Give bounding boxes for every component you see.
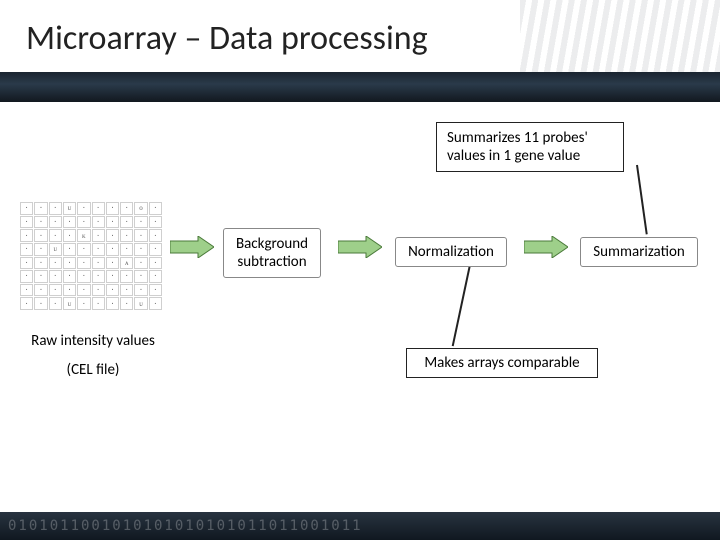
cel-file-label: (CEL file) [28, 361, 158, 380]
microarray-cell: · [34, 257, 47, 270]
microarray-cell: · [120, 284, 133, 297]
microarray-cell: · [149, 270, 162, 283]
step-background-subtraction: Background subtraction [223, 228, 321, 278]
microarray-cell: · [34, 229, 47, 242]
microarray-cell: · [92, 284, 105, 297]
microarray-cell: · [20, 243, 33, 256]
microarray-cell: · [34, 202, 47, 215]
microarray-cell: · [49, 284, 62, 297]
microarray-cell: · [49, 229, 62, 242]
arrow-icon [338, 236, 382, 258]
microarray-cell: · [120, 297, 133, 310]
microarray-cell: · [49, 216, 62, 229]
microarray-cell: · [20, 202, 33, 215]
microarray-cell: · [106, 229, 119, 242]
microarray-cell: · [34, 270, 47, 283]
microarray-cell: · [77, 297, 90, 310]
microarray-cell: · [120, 216, 133, 229]
microarray-cell: · [106, 297, 119, 310]
microarray-cell: ᴏ [134, 202, 147, 215]
connector-summarize-to-summarization [636, 165, 648, 235]
callout-summarize: Summarizes 11 probes' values in 1 gene v… [436, 122, 624, 172]
microarray-cell: · [92, 257, 105, 270]
microarray-cell: · [34, 243, 47, 256]
microarray-cell: · [20, 229, 33, 242]
microarray-cell: · [149, 243, 162, 256]
microarray-cell: · [63, 270, 76, 283]
microarray-cell: · [63, 216, 76, 229]
microarray-cell: · [134, 243, 147, 256]
microarray-cell: · [63, 243, 76, 256]
microarray-cell: · [49, 257, 62, 270]
microarray-cell: · [20, 270, 33, 283]
microarray-cell: · [92, 243, 105, 256]
microarray-cell: · [77, 243, 90, 256]
microarray-cell: ᴜ [49, 243, 62, 256]
microarray-cell: · [63, 284, 76, 297]
microarray-cell: · [106, 270, 119, 283]
microarray-grid: ···ᴜ····ᴏ···············ᴋ·······ᴜ·······… [20, 202, 162, 310]
microarray-cell: · [92, 270, 105, 283]
microarray-cell: · [149, 257, 162, 270]
raw-intensity-label-block: Raw intensity values (CEL file) [28, 332, 158, 380]
microarray-cell: · [92, 297, 105, 310]
microarray-cell: · [77, 257, 90, 270]
microarray-cell: · [77, 216, 90, 229]
microarray-cell: · [49, 202, 62, 215]
microarray-cell: · [106, 257, 119, 270]
microarray-cell: · [92, 216, 105, 229]
microarray-cell: · [149, 284, 162, 297]
microarray-cell: · [34, 216, 47, 229]
microarray-cell: ᴀ [120, 257, 133, 270]
microarray-cell: · [120, 202, 133, 215]
microarray-cell: ᴜ [63, 202, 76, 215]
microarray-cell: · [106, 202, 119, 215]
microarray-cell: ᴜ [134, 297, 147, 310]
microarray-cell: · [34, 284, 47, 297]
microarray-cell: · [134, 216, 147, 229]
microarray-cell: · [63, 229, 76, 242]
microarray-cell: ᴜ [63, 297, 76, 310]
microarray-cell: · [149, 202, 162, 215]
microarray-cell: · [134, 229, 147, 242]
microarray-cell: · [92, 202, 105, 215]
microarray-cell: · [20, 216, 33, 229]
microarray-cell: · [120, 270, 133, 283]
microarray-cell: · [92, 229, 105, 242]
microarray-cell: · [63, 257, 76, 270]
microarray-cell: · [49, 270, 62, 283]
microarray-cell: · [134, 257, 147, 270]
step-normalization: Normalization [395, 237, 507, 267]
connector-normalization-to-comparable [452, 260, 472, 346]
microarray-cell: · [77, 284, 90, 297]
microarray-cell: ᴋ [77, 229, 90, 242]
microarray-cell: · [149, 216, 162, 229]
microarray-cell: · [134, 284, 147, 297]
microarray-cell: · [134, 270, 147, 283]
microarray-cell: · [149, 229, 162, 242]
microarray-cell: · [149, 297, 162, 310]
microarray-cell: · [120, 243, 133, 256]
microarray-cell: · [120, 229, 133, 242]
microarray-cell: · [20, 284, 33, 297]
arrow-icon [170, 236, 214, 258]
microarray-cell: · [77, 270, 90, 283]
microarray-cell: · [49, 297, 62, 310]
footer-decoration: 0101011001010101010101011011001011 [0, 512, 720, 540]
microarray-cell: · [106, 284, 119, 297]
page-title: Microarray – Data processing [26, 18, 428, 59]
microarray-cell: · [106, 243, 119, 256]
header-strip [0, 72, 720, 102]
step-summarization: Summarization [580, 237, 698, 267]
microarray-cell: · [77, 202, 90, 215]
microarray-cell: · [34, 297, 47, 310]
microarray-cell: · [20, 297, 33, 310]
microarray-cell: · [20, 257, 33, 270]
callout-comparable: Makes arrays comparable [406, 348, 598, 378]
arrow-icon [524, 236, 568, 258]
microarray-cell: · [106, 216, 119, 229]
raw-intensity-label: Raw intensity values [28, 332, 158, 351]
